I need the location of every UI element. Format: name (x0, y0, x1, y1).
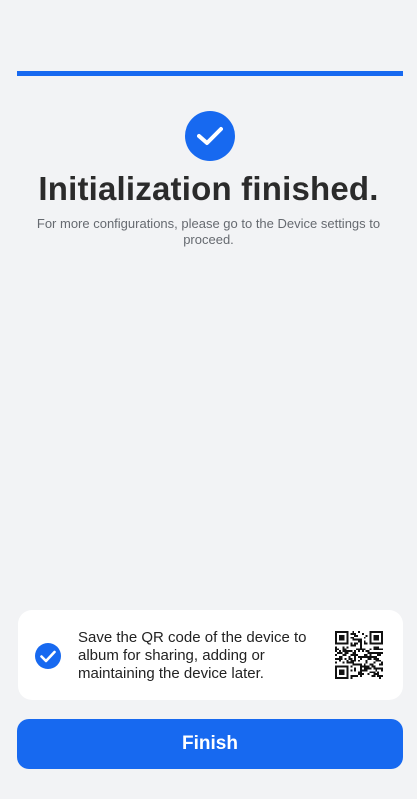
qr-code-icon (335, 631, 383, 679)
success-check-icon (185, 111, 235, 161)
save-qr-code-text: Save the QR code of the device to album … (78, 629, 307, 682)
page-title: Initialization finished. (38, 170, 379, 207)
finish-button[interactable]: Finish (17, 719, 403, 769)
page-subtitle: For more configurations, please go to th… (36, 216, 381, 247)
progress-bar (17, 71, 403, 76)
save-qr-code-option[interactable]: Save the QR code of the device to album … (18, 610, 403, 700)
checkbox-checked-icon[interactable] (35, 643, 61, 669)
initialization-finished-screen: Initialization finished. For more config… (0, 0, 417, 799)
